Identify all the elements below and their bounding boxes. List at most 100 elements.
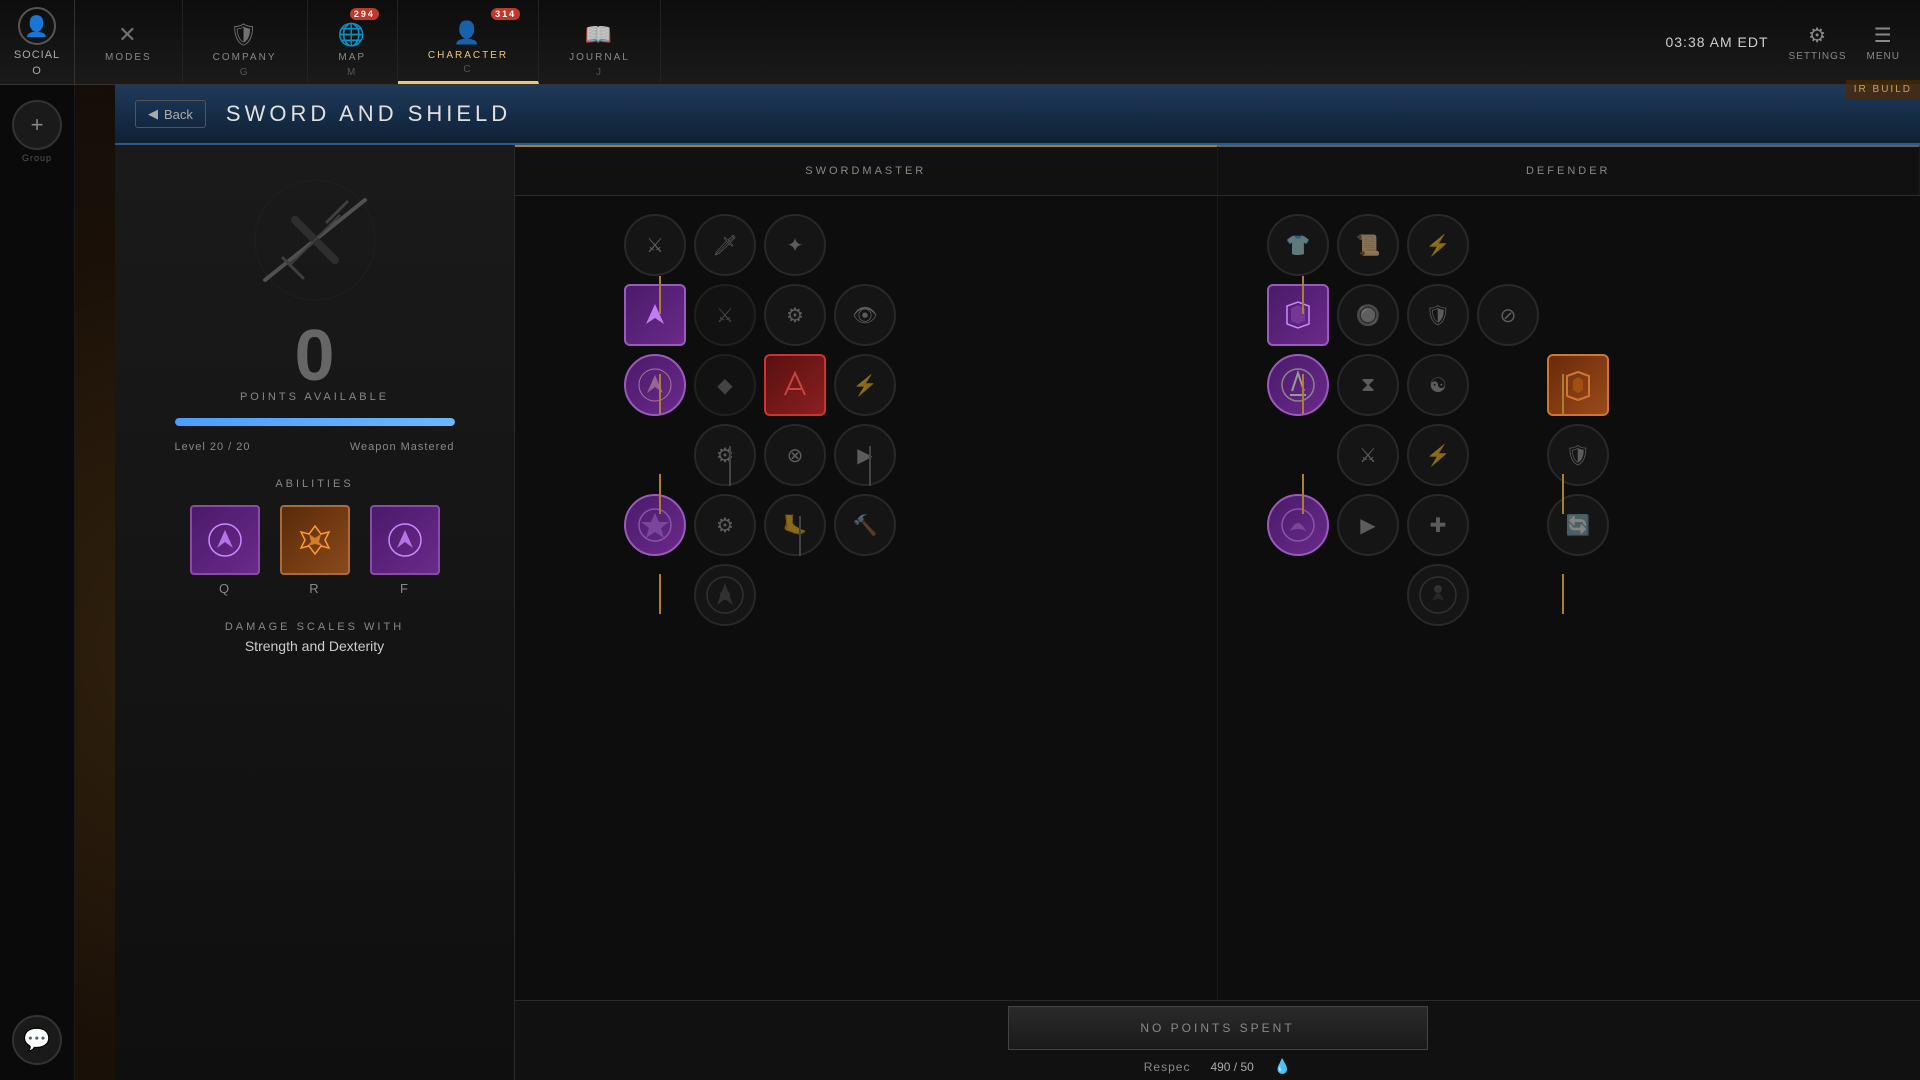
map-icon: 🌐	[338, 22, 367, 48]
df-node-r5c4[interactable]: 🔄	[1547, 494, 1609, 556]
nav-company[interactable]: 🛡 COMPANY G	[183, 0, 308, 84]
sm-node-r3c3[interactable]: ⚡	[834, 354, 896, 416]
main-panel: ◀ Back SWORD AND SHIELD	[115, 85, 1920, 1080]
sm-node-r4c3[interactable]: ▶	[834, 424, 896, 486]
watermark-label: IR BUILD	[1846, 80, 1920, 99]
level-text: Level 20 / 20	[175, 441, 251, 453]
df-node-r3c1[interactable]	[1267, 354, 1329, 416]
group-label: Group	[22, 153, 52, 163]
right-panel: SWORDMASTER DEFENDER	[515, 145, 1920, 1080]
respec-label: Respec	[1144, 1060, 1191, 1074]
df-node-ultimate-r6[interactable]	[1407, 564, 1469, 626]
back-chevron: ◀	[148, 106, 158, 122]
sm-node-r1c3[interactable]: ✦	[764, 214, 826, 276]
nav-right-section: 03:38 AM EDT ⚙ SETTINGS ☰ MENU	[1645, 0, 1920, 84]
progress-bar-fill	[175, 418, 455, 426]
sm-node-ultimate[interactable]	[694, 564, 756, 626]
sm-node-r1c1[interactable]: ⚔	[624, 214, 686, 276]
damage-label: DAMAGE SCALES WITH	[225, 621, 404, 633]
ability-key-q: Q	[219, 581, 230, 596]
sm-node-r1c2[interactable]: 🗡	[694, 214, 756, 276]
points-section: 0 POINTS AVAILABLE	[240, 330, 389, 403]
respec-currency-icon: 💧	[1274, 1058, 1291, 1075]
weapon-visual	[165, 165, 465, 315]
df-node-r2c3[interactable]: 🛡	[1407, 284, 1469, 346]
settings-icon: ⚙	[1808, 23, 1827, 48]
nav-character[interactable]: 👤 CHARACTER 314 C	[398, 0, 539, 84]
points-label: POINTS AVAILABLE	[240, 392, 389, 403]
ability-slot-r: R	[280, 505, 350, 596]
back-button[interactable]: ◀ Back	[135, 100, 206, 128]
nav-social[interactable]: 👤 SOCIAL O	[0, 0, 75, 84]
chat-icon[interactable]: 💬	[12, 1015, 62, 1065]
swordmaster-tab[interactable]: SWORDMASTER	[515, 145, 1218, 195]
content-area: 0 POINTS AVAILABLE Level 20 / 20 Weapon …	[115, 145, 1920, 1080]
progress-bar	[175, 418, 455, 426]
df-node-r1c1[interactable]: 👕	[1267, 214, 1329, 276]
weapon-sword-svg	[175, 170, 455, 310]
ability-icon-q[interactable]	[190, 505, 260, 575]
social-icon: 👤	[18, 7, 56, 45]
sm-node-r2c2[interactable]: ⚔	[694, 284, 756, 346]
character-key: C	[463, 64, 472, 75]
menu-button[interactable]: ☰ MENU	[1867, 23, 1900, 62]
sm-node-r2c1[interactable]	[624, 284, 686, 346]
sm-node-r3c1[interactable]	[624, 354, 686, 416]
sm-node-r3c2[interactable]: ◆	[694, 354, 756, 416]
df-node-ultimate-sq[interactable]	[1547, 354, 1609, 416]
nav-journal[interactable]: 📖 JOURNAL J	[539, 0, 661, 84]
sm-node-r5c4[interactable]: 🔨	[834, 494, 896, 556]
sm-node-r2c4[interactable]: 👁	[834, 284, 896, 346]
df-node-r5c1[interactable]	[1267, 494, 1329, 556]
menu-icon: ☰	[1874, 23, 1893, 48]
defender-tree: 👕 📜 ⚡ 🔘 🛡 ⊘	[1218, 196, 1920, 1080]
sm-node-r5c3[interactable]: 🦶	[764, 494, 826, 556]
no-points-button[interactable]: NO POINTS SPENT	[1008, 1006, 1428, 1050]
df-node-r3c3[interactable]: ☯	[1407, 354, 1469, 416]
nav-modes[interactable]: ✕ MODES	[75, 0, 183, 84]
ability-icon-f[interactable]	[370, 505, 440, 575]
df-node-r4c1[interactable]: ⚔	[1337, 424, 1399, 486]
weapon-mastered: Weapon Mastered	[350, 441, 455, 453]
points-number: 0	[240, 320, 389, 392]
swordmaster-label: SWORDMASTER	[805, 165, 926, 177]
df-node-r3c2[interactable]: ⧗	[1337, 354, 1399, 416]
sm-node-r2c3[interactable]: ⚙	[764, 284, 826, 346]
settings-button[interactable]: ⚙ SETTINGS	[1789, 23, 1847, 62]
sidebar: + Group 💬	[0, 85, 75, 1080]
df-node-r2c1[interactable]	[1267, 284, 1329, 346]
sidebar-chat[interactable]: 💬	[12, 1015, 62, 1065]
company-key: G	[240, 67, 250, 78]
df-node-r2c2[interactable]: 🔘	[1337, 284, 1399, 346]
swordmaster-tree: ⚔ 🗡 ✦ ⚔ ⚙ 👁	[515, 196, 1218, 1080]
df-node-r4c3[interactable]: 🛡	[1547, 424, 1609, 486]
group-button[interactable]: +	[12, 100, 62, 150]
abilities-label: ABILITIES	[135, 478, 494, 490]
sidebar-group[interactable]: + Group	[12, 100, 62, 163]
df-node-r2c4[interactable]: ⊘	[1477, 284, 1539, 346]
df-node-r5c3[interactable]: ✚	[1407, 494, 1469, 556]
abilities-section: ABILITIES Q	[135, 478, 494, 596]
defender-label: DEFENDER	[1526, 165, 1611, 177]
defender-tab[interactable]: DEFENDER	[1218, 145, 1920, 195]
skill-trees-header: SWORDMASTER DEFENDER	[515, 145, 1920, 196]
sm-node-r3c4[interactable]	[764, 354, 826, 416]
skill-trees-body: ⚔ 🗡 ✦ ⚔ ⚙ 👁	[515, 196, 1920, 1080]
page-title: SWORD AND SHIELD	[226, 101, 511, 127]
df-node-r4c2[interactable]: ⚡	[1407, 424, 1469, 486]
df-node-r1c2[interactable]: 📜	[1337, 214, 1399, 276]
menu-label: MENU	[1867, 51, 1900, 62]
bottom-bar: NO POINTS SPENT Respec 490 / 50 💧	[515, 1000, 1920, 1080]
sm-node-r4c1[interactable]: ⚙	[694, 424, 756, 486]
nav-map[interactable]: 🌐 MAP 294 M	[308, 0, 398, 84]
level-info: Level 20 / 20 Weapon Mastered	[175, 441, 455, 453]
ability-slot-f: F	[370, 505, 440, 596]
df-node-r5c2[interactable]: ▶	[1337, 494, 1399, 556]
ability-slot-q: Q	[190, 505, 260, 596]
sm-node-r5c2[interactable]: ⚙	[694, 494, 756, 556]
sm-node-r4c2[interactable]: ⊗	[764, 424, 826, 486]
character-label: CHARACTER	[428, 50, 508, 61]
df-node-r1c3[interactable]: ⚡	[1407, 214, 1469, 276]
sm-node-r5c1[interactable]	[624, 494, 686, 556]
ability-icon-r[interactable]	[280, 505, 350, 575]
